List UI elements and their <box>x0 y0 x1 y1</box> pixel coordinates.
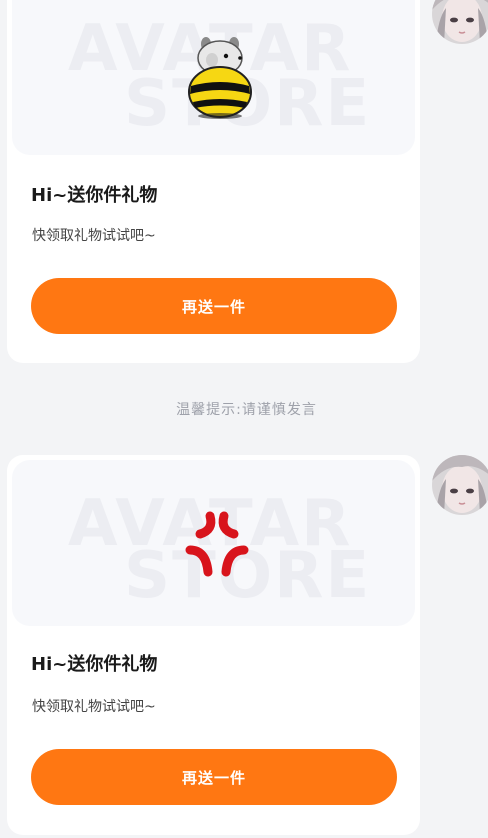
avatar[interactable] <box>432 455 488 515</box>
avatar-image <box>432 455 488 515</box>
gift-title: Hi~送你件礼物 <box>31 185 158 206</box>
gift-message-card[interactable]: AVATAR STORE Hi~送你件礼物 快领取礼物试试吧~ 再送一件 <box>7 0 420 363</box>
anger-symbol-icon <box>185 511 249 577</box>
gift-subtitle: 快领取礼物试试吧~ <box>32 699 156 715</box>
send-again-button[interactable]: 再送一件 <box>31 278 397 334</box>
gift-title: Hi~送你件礼物 <box>31 654 158 675</box>
chat-screen: AVATAR STORE Hi~送你件礼物 快领取礼物试试吧~ 再送一件 <box>0 0 488 838</box>
gift-message-card[interactable]: AVATAR STORE Hi~送你件礼物 快领取礼物试试吧~ 再送一件 <box>7 455 420 835</box>
send-again-button[interactable]: 再送一件 <box>31 749 397 805</box>
warning-tip: 温馨提示:请谨慎发言 <box>176 402 317 418</box>
gift-subtitle: 快领取礼物试试吧~ <box>32 228 156 244</box>
avatar-image <box>432 0 488 44</box>
avatar[interactable] <box>432 0 488 44</box>
gift-preview: AVATAR STORE <box>12 0 415 155</box>
gift-preview: AVATAR STORE <box>12 460 415 626</box>
bee-hamster-icon <box>188 37 252 119</box>
